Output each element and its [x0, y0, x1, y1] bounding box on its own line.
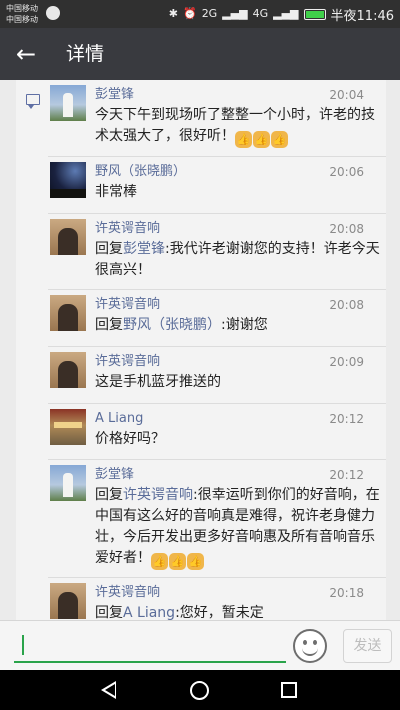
comment-item[interactable]: 彭堂锋 20:04 今天下午到现场听了整整一个小时，许老的技术太强大了，很好听！… — [16, 80, 386, 157]
status-bar: 中国移动 中国移动 ✱ ⏰ 2G ▂▄▆ 4G ▂▄▆ 半夜11:46 — [0, 0, 400, 28]
comment-text: 今天下午到现场听了整整一个小时，许老的技术太强大了，很好听！ 👍 👍 👍 — [95, 105, 380, 148]
clock-text: 半夜11:46 — [330, 8, 394, 24]
nav-back-icon[interactable] — [101, 681, 116, 699]
comment-item[interactable]: 许英谔音响 20:18 回复A Liang:您好，暂未定 — [16, 578, 386, 620]
comment-text: 回复许英谔音响:很幸运听到你们的好音响，在中国有这么好的音响真是难得，祝许老身健… — [95, 485, 380, 570]
comment-author[interactable]: A Liang — [95, 410, 143, 428]
page-title: 详情 — [66, 43, 105, 65]
nav-recent-icon[interactable] — [281, 682, 297, 698]
nav-home-icon[interactable] — [190, 681, 209, 700]
comment-text: 回复彭堂锋:我代许老谢谢您的支持！许老今天很高兴！ — [95, 239, 380, 281]
comment-item[interactable]: A Liang 20:12 价格好吗？ — [16, 404, 386, 460]
thumbs-up-icon: 👍 — [169, 553, 186, 570]
network-2g-label: 2G — [201, 7, 218, 20]
bluetooth-icon: ✱ — [168, 7, 178, 20]
comment-time: 20:04 — [329, 88, 364, 102]
signal-icon-1: ▂▄▆ — [222, 7, 248, 20]
comment-item[interactable]: 许英谔音响 20:08 回复彭堂锋:我代许老谢谢您的支持！许老今天很高兴！ — [16, 214, 386, 290]
reply-prefix: 回复 — [95, 241, 123, 257]
comment-author[interactable]: 许英谔音响 — [95, 220, 160, 238]
avatar-xuyinge[interactable] — [50, 583, 86, 619]
navigation-bar — [0, 670, 400, 710]
alarm-icon: ⏰ — [182, 7, 197, 20]
avatar-xuyinge[interactable] — [50, 219, 86, 255]
reply-target-link[interactable]: 野风（张晓鹏） — [123, 317, 221, 333]
carrier-info: 中国移动 中国移动 — [6, 3, 38, 25]
back-arrow-icon[interactable]: ← — [12, 40, 40, 68]
comment-author[interactable]: 彭堂锋 — [95, 86, 134, 104]
status-icons: ✱ ⏰ 2G ▂▄▆ 4G ▂▄▆ 半夜11:46 — [168, 6, 394, 24]
comment-text: 非常棒 — [95, 184, 137, 200]
comment-author[interactable]: 野风（张晓鹏） — [95, 163, 186, 181]
comment-item[interactable]: 彭堂锋 20:12 回复许英谔音响:很幸运听到你们的好音响，在中国有这么好的音响… — [16, 460, 386, 578]
comment-time: 20:18 — [329, 586, 364, 600]
comment-time: 20:09 — [329, 355, 364, 369]
comment-item[interactable]: 许英谔音响 20:09 这是手机蓝牙推送的 — [16, 347, 386, 404]
reply-target-link[interactable]: A Liang — [123, 605, 175, 620]
comment-time: 20:08 — [329, 298, 364, 312]
avatar-pengtangfeng[interactable] — [50, 465, 86, 501]
comment-item[interactable]: 野风（张晓鹏） 20:06 非常棒 — [16, 157, 386, 214]
comment-text: 回复野风（张晓鹏）:谢谢您 — [95, 315, 380, 336]
comment-author[interactable]: 许英谔音响 — [95, 584, 160, 602]
carrier-label-2: 中国移动 — [6, 15, 38, 24]
thumbs-up-icon: 👍 — [253, 131, 270, 148]
carrier-label-1: 中国移动 — [6, 4, 38, 13]
reply-prefix: 回复 — [95, 487, 123, 503]
comment-body: :您好，暂未定 — [175, 605, 264, 620]
comment-time: 20:12 — [329, 468, 364, 482]
thumbs-up-icon: 👍 — [235, 131, 252, 148]
thumbs-up-icon: 👍 — [271, 131, 288, 148]
thumbs-up-icon: 👍 — [187, 553, 204, 570]
comment-text: 价格好吗？ — [95, 431, 165, 447]
avatar-pengtangfeng[interactable] — [50, 85, 86, 121]
comment-author[interactable]: 许英谔音响 — [95, 296, 160, 314]
avatar-aliang[interactable] — [50, 409, 86, 445]
comment-body: :谢谢您 — [221, 317, 268, 333]
reply-target-link[interactable]: 许英谔音响 — [123, 487, 193, 503]
send-button[interactable]: 发送 — [343, 629, 392, 663]
comment-author[interactable]: 许英谔音响 — [95, 353, 160, 371]
comment-input-bar: 发送 — [0, 620, 400, 670]
reply-prefix: 回复 — [95, 605, 123, 620]
battery-icon — [303, 8, 326, 20]
reply-prefix: 回复 — [95, 317, 123, 333]
data-usage-icon — [46, 6, 60, 20]
comment-item[interactable]: 许英谔音响 20:08 回复野风（张晓鹏）:谢谢您 — [16, 290, 386, 347]
signal-icon-2: ▂▄▆ — [273, 7, 299, 20]
comment-text: 这是手机蓝牙推送的 — [95, 374, 221, 390]
comment-text: 回复A Liang:您好，暂未定 — [95, 603, 380, 620]
avatar-xuyinge[interactable] — [50, 295, 86, 331]
thumbs-up-icon: 👍 — [151, 553, 168, 570]
comment-input[interactable] — [22, 635, 24, 655]
network-4g-label: 4G — [252, 7, 269, 20]
input-underline — [14, 661, 286, 663]
comment-list[interactable]: 彭堂锋 20:04 今天下午到现场听了整整一个小时，许老的技术太强大了，很好听！… — [0, 80, 400, 620]
smiley-icon[interactable] — [293, 629, 327, 663]
reply-target-link[interactable]: 彭堂锋 — [123, 241, 165, 257]
comment-time: 20:12 — [329, 412, 364, 426]
avatar-xuyinge[interactable] — [50, 352, 86, 388]
comment-author[interactable]: 彭堂锋 — [95, 466, 134, 484]
avatar-yefeng[interactable] — [50, 162, 86, 198]
comment-time: 20:08 — [329, 222, 364, 236]
app-bar: ← 详情 — [0, 28, 400, 80]
comment-time: 20:06 — [329, 165, 364, 179]
